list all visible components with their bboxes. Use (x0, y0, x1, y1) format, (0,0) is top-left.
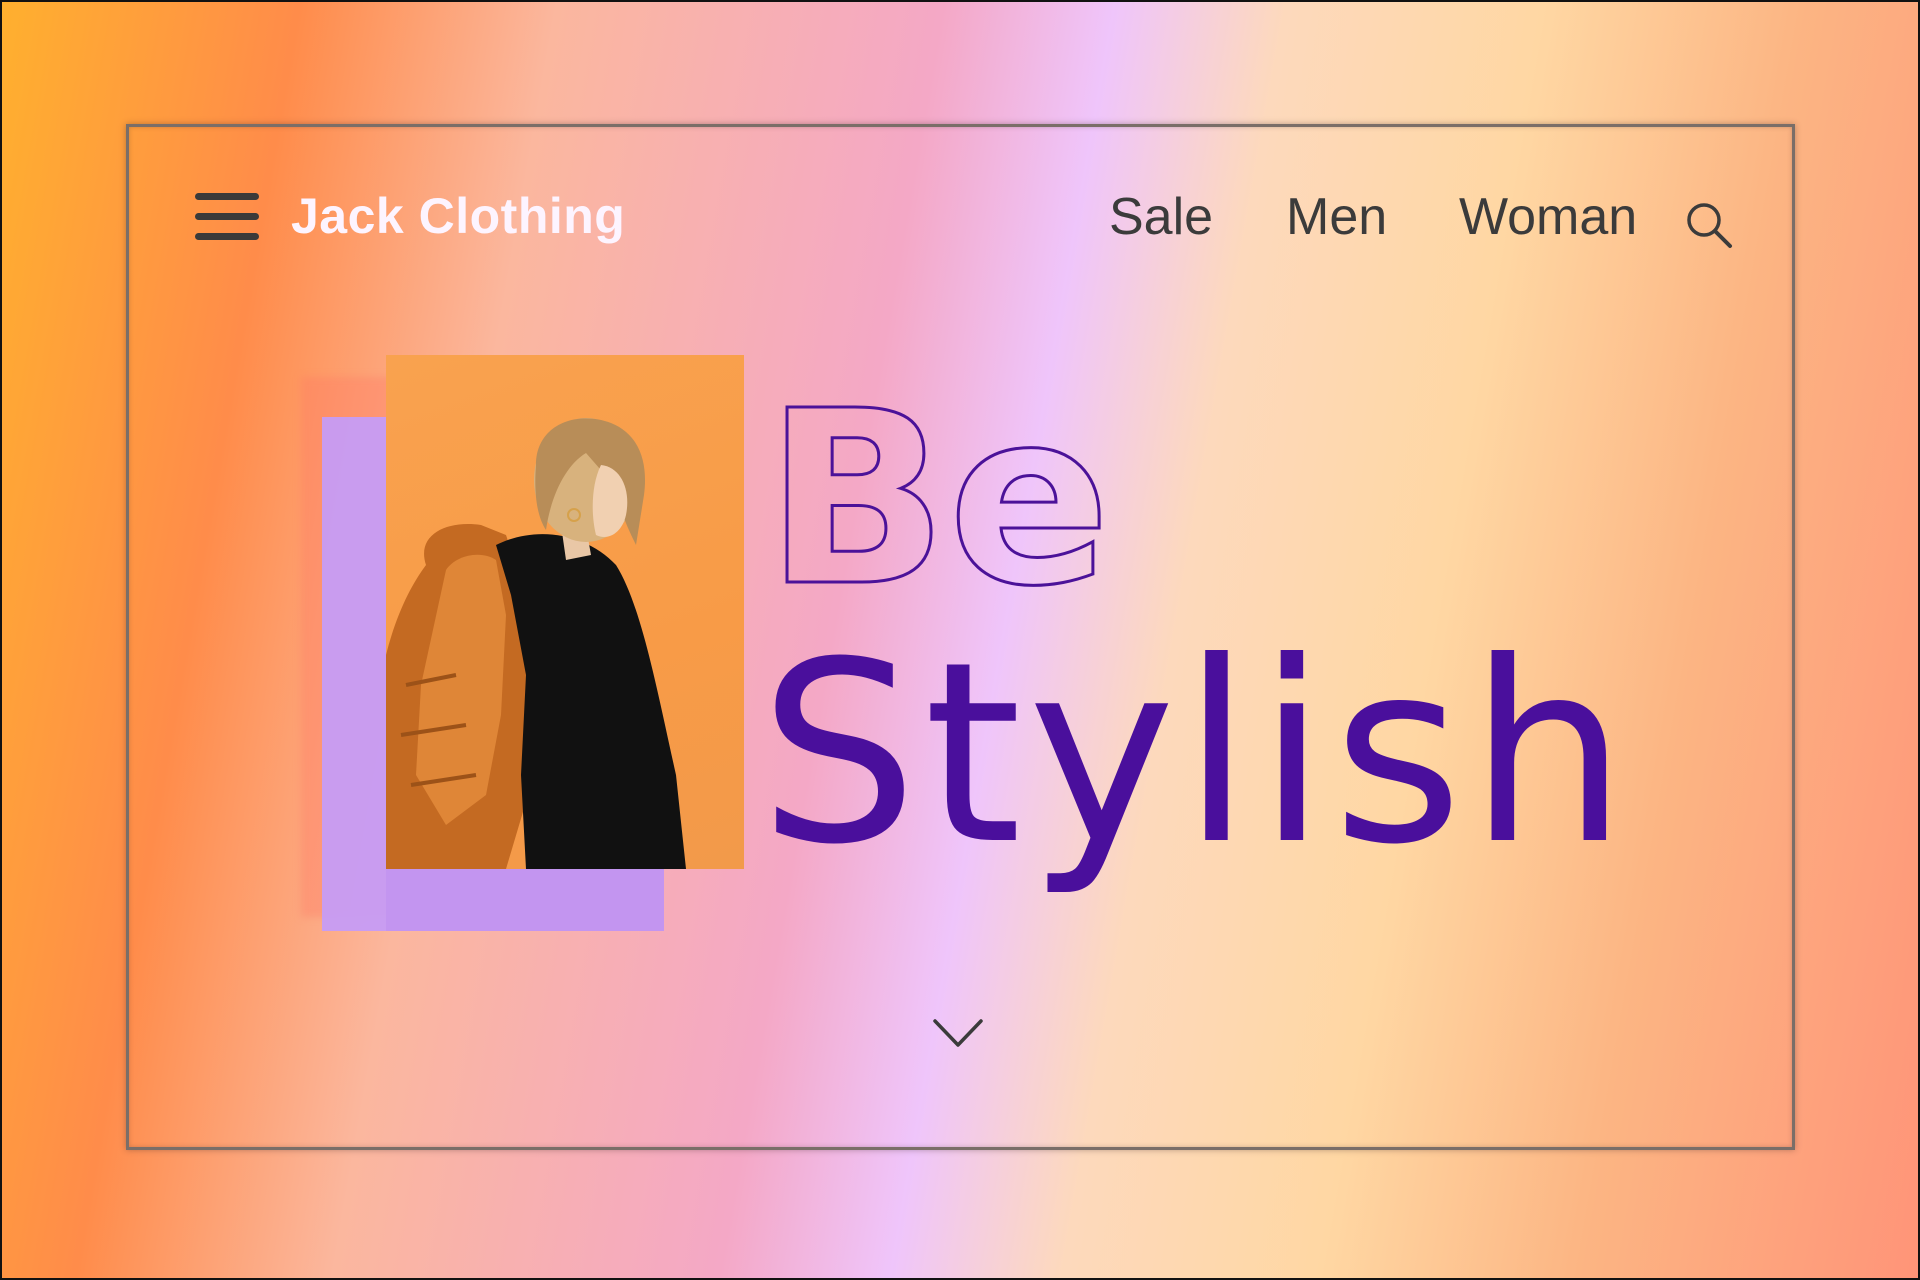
hero-heading-line-2: Stylish (759, 608, 1634, 899)
model-illustration (386, 418, 686, 869)
nav-link-sale[interactable]: Sale (1109, 187, 1213, 247)
model-photo (386, 355, 744, 869)
hamburger-menu-icon[interactable] (195, 193, 259, 241)
hero-heading-line-1: Be (764, 359, 1113, 639)
photo-lower-accent (386, 869, 664, 931)
chevron-down-icon[interactable] (931, 1015, 985, 1051)
nav-link-woman[interactable]: Woman (1459, 187, 1637, 247)
website-mockup: Jack Clothing Sale Men Woman Be Stylish (126, 124, 1795, 1150)
search-icon[interactable] (1683, 199, 1735, 251)
nav-link-men[interactable]: Men (1286, 187, 1387, 247)
brand-logo[interactable]: Jack Clothing (291, 187, 625, 245)
